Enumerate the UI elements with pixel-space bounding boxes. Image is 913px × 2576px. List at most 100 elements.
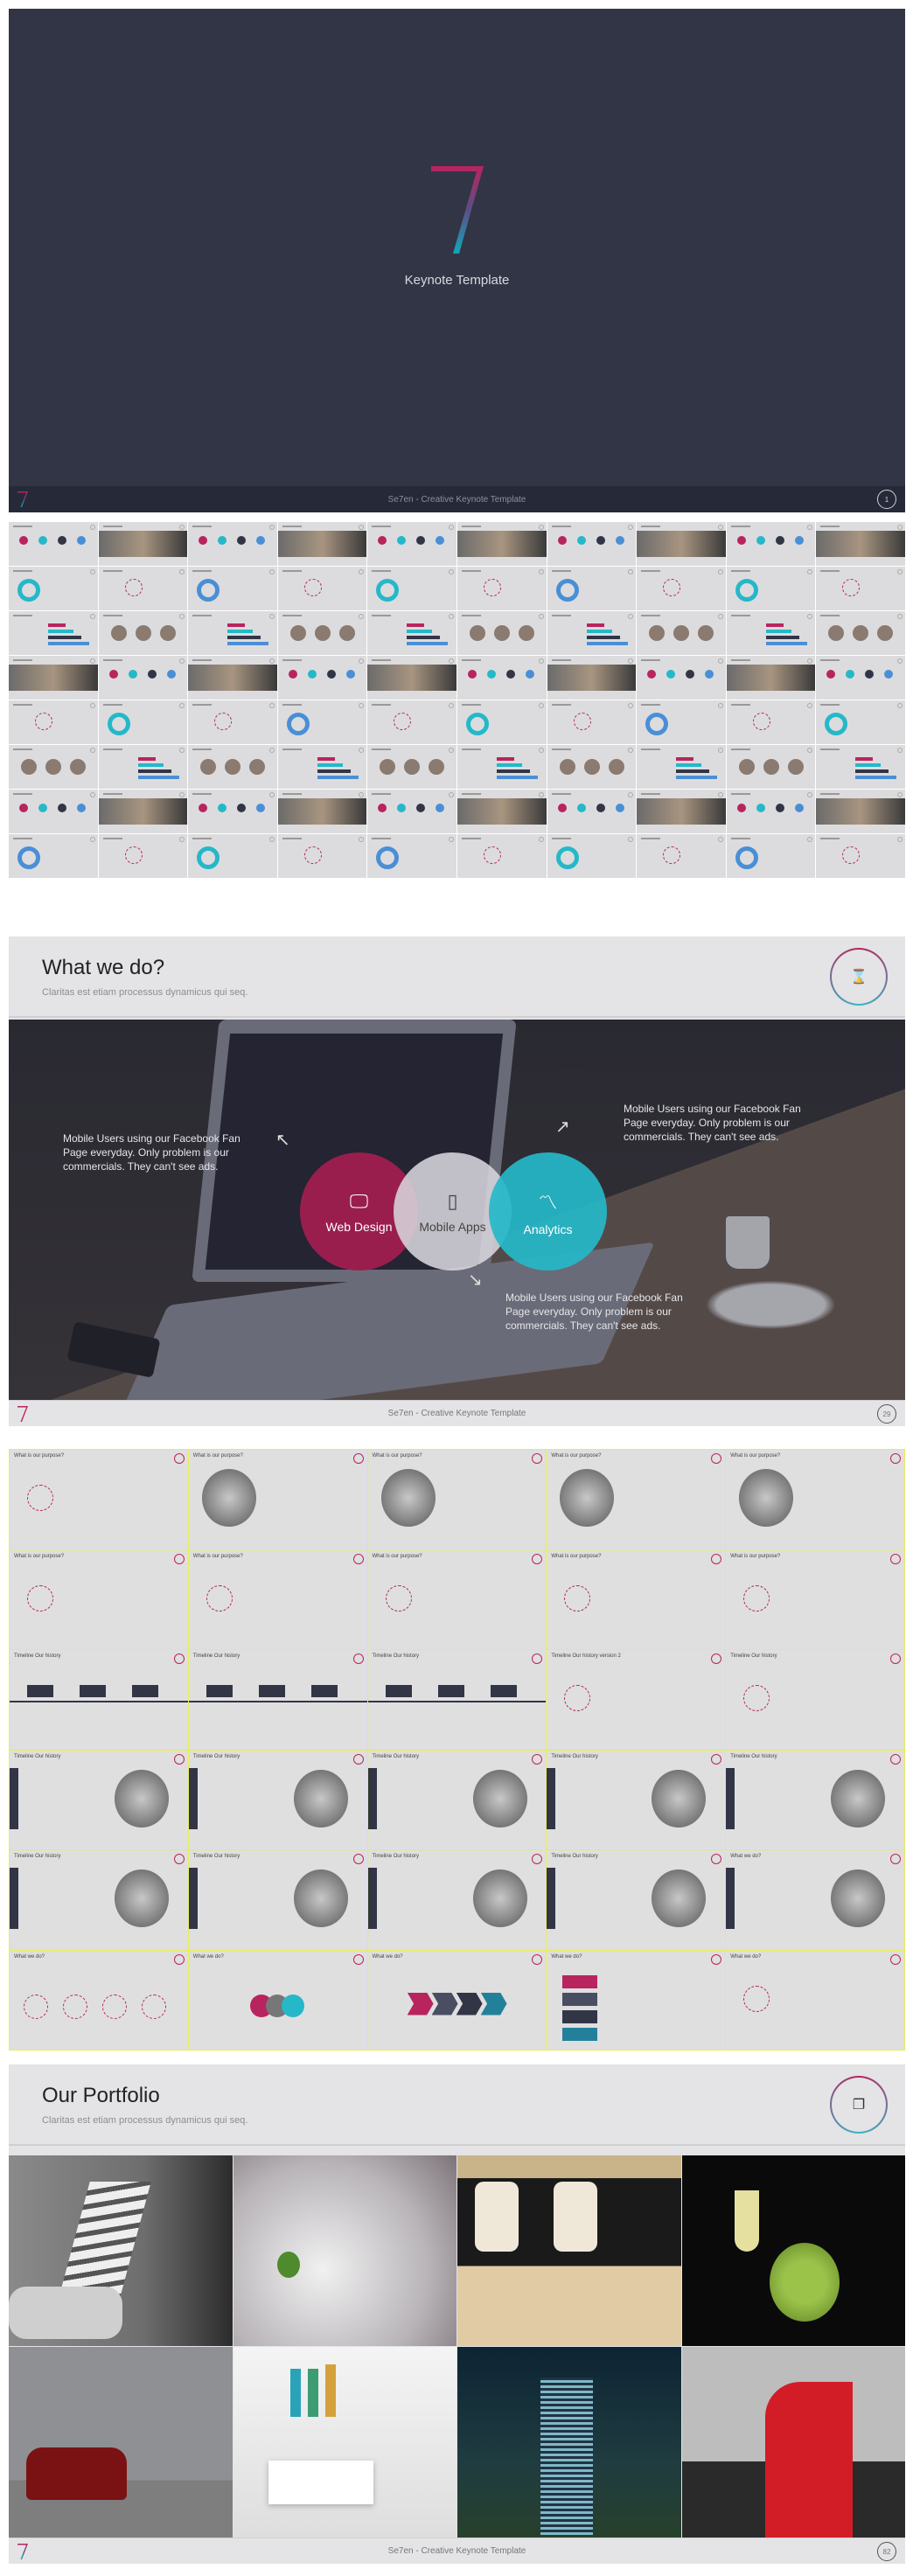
- slide-thumbnail[interactable]: Timeline Our history: [10, 1850, 188, 1950]
- slide-thumbnail[interactable]: Timeline Our history: [726, 1750, 904, 1849]
- slide-thumbnail[interactable]: [816, 700, 905, 744]
- slide-thumbnail[interactable]: [277, 834, 367, 878]
- slide-thumbnail[interactable]: [726, 790, 816, 833]
- slide-thumbnail[interactable]: What we do?: [367, 1950, 547, 2050]
- slide-thumbnail[interactable]: [637, 834, 726, 878]
- slide-thumbnail[interactable]: Timeline Our history version 2: [547, 1650, 726, 1750]
- slide-thumbnail[interactable]: [277, 567, 367, 610]
- slide-thumbnail[interactable]: [637, 745, 726, 789]
- slide-thumbnail[interactable]: [637, 656, 726, 700]
- slide-thumbnail[interactable]: [277, 700, 367, 744]
- slide-thumbnail[interactable]: What is our purpose?: [367, 1450, 547, 1549]
- slide-thumbnail[interactable]: [98, 745, 188, 789]
- slide-thumbnail[interactable]: [456, 745, 547, 789]
- slide-thumbnail[interactable]: [547, 834, 637, 878]
- slide-thumbnail[interactable]: What we do?: [726, 1850, 904, 1950]
- slide-thumbnail[interactable]: Timeline Our history: [188, 1850, 367, 1950]
- slide-thumbnail[interactable]: [456, 700, 547, 744]
- slide-thumbnail[interactable]: What is our purpose?: [726, 1450, 904, 1549]
- slide-thumbnail[interactable]: [726, 700, 816, 744]
- slide-thumbnail[interactable]: [367, 790, 456, 833]
- slide-thumbnail[interactable]: What we do?: [188, 1950, 367, 2050]
- slide-thumbnail[interactable]: [277, 656, 367, 700]
- slide-thumbnail[interactable]: [9, 790, 98, 833]
- slide-thumbnail[interactable]: [816, 834, 905, 878]
- slide-thumbnail[interactable]: Timeline Our history: [367, 1750, 547, 1849]
- slide-thumbnail[interactable]: [367, 567, 456, 610]
- slide-thumbnail[interactable]: [547, 567, 637, 610]
- title-slide[interactable]: Keynote Template Se7en - Creative Keynot…: [9, 9, 905, 512]
- slide-thumbnail[interactable]: [637, 522, 726, 566]
- slide-thumbnail[interactable]: [98, 522, 188, 566]
- slide-thumbnail[interactable]: [637, 700, 726, 744]
- slide-thumbnail[interactable]: [726, 745, 816, 789]
- slide-thumbnail[interactable]: [637, 611, 726, 655]
- slide-thumbnail[interactable]: [98, 700, 188, 744]
- slide-thumbnail[interactable]: [188, 790, 277, 833]
- slide-thumbnail[interactable]: [188, 834, 277, 878]
- slide-thumbnail[interactable]: [547, 656, 637, 700]
- slide-thumbnail[interactable]: [367, 700, 456, 744]
- portfolio-image-red-car[interactable]: [681, 2347, 905, 2538]
- slide-thumbnail[interactable]: Timeline Our history: [188, 1650, 367, 1750]
- slide-thumbnail[interactable]: [367, 834, 456, 878]
- slide-thumbnail[interactable]: What is our purpose?: [10, 1549, 188, 1649]
- slide-thumbnail[interactable]: [637, 790, 726, 833]
- slide-thumbnail[interactable]: [816, 567, 905, 610]
- slide-thumbnail[interactable]: [456, 522, 547, 566]
- slide-thumbnail[interactable]: [816, 656, 905, 700]
- slide-thumbnail[interactable]: [188, 656, 277, 700]
- slide-thumbnail[interactable]: [98, 790, 188, 833]
- what-we-do-slide[interactable]: What we do? Claritas est etiam processus…: [9, 936, 905, 1426]
- slide-thumbnail[interactable]: What is our purpose?: [367, 1549, 547, 1649]
- portfolio-image-red-sofa[interactable]: [9, 2347, 233, 2538]
- slide-thumbnail[interactable]: [98, 567, 188, 610]
- slide-thumbnail[interactable]: [456, 656, 547, 700]
- slide-thumbnail[interactable]: Timeline Our history: [367, 1850, 547, 1950]
- slide-thumbnail[interactable]: Timeline Our history: [547, 1850, 726, 1950]
- slide-thumbnail[interactable]: What we do?: [10, 1950, 188, 2050]
- service-analytics[interactable]: 〽 Analytics: [489, 1152, 607, 1271]
- portfolio-slide[interactable]: Our Portfolio Claritas est etiam process…: [9, 2064, 905, 2564]
- slide-thumbnail[interactable]: [277, 611, 367, 655]
- portfolio-image-white-room[interactable]: [233, 2347, 456, 2538]
- slide-thumbnail[interactable]: [9, 656, 98, 700]
- slide-thumbnail[interactable]: What is our purpose?: [188, 1549, 367, 1649]
- slide-thumbnail[interactable]: [726, 834, 816, 878]
- slide-thumbnail[interactable]: [367, 745, 456, 789]
- slide-thumbnail[interactable]: [547, 700, 637, 744]
- slide-thumbnail[interactable]: [277, 522, 367, 566]
- portfolio-image-wine-grapes[interactable]: [681, 2155, 905, 2346]
- slide-thumbnail[interactable]: [367, 611, 456, 655]
- slide-thumbnail[interactable]: [816, 745, 905, 789]
- slide-thumbnail[interactable]: [547, 745, 637, 789]
- slide-thumbnail[interactable]: Timeline Our history: [10, 1750, 188, 1849]
- portfolio-image-city-night[interactable]: [457, 2347, 681, 2538]
- slide-thumbnail[interactable]: [456, 834, 547, 878]
- slide-thumbnail[interactable]: [98, 834, 188, 878]
- portfolio-image-chair[interactable]: [9, 2155, 233, 2346]
- slide-thumbnail[interactable]: [188, 745, 277, 789]
- slide-thumbnail[interactable]: [188, 700, 277, 744]
- slide-thumbnail[interactable]: [277, 745, 367, 789]
- slide-thumbnail[interactable]: [9, 567, 98, 610]
- slide-thumbnail[interactable]: [816, 522, 905, 566]
- portfolio-image-wine-bottles[interactable]: [457, 2155, 681, 2346]
- slide-thumbnail[interactable]: What is our purpose?: [547, 1549, 726, 1649]
- portfolio-image-glass[interactable]: [233, 2155, 456, 2346]
- slide-thumbnail[interactable]: [547, 611, 637, 655]
- slide-thumbnail[interactable]: [9, 522, 98, 566]
- slide-thumbnail[interactable]: [9, 834, 98, 878]
- slide-thumbnail[interactable]: [188, 567, 277, 610]
- slide-thumbnail[interactable]: Timeline Our history: [188, 1750, 367, 1849]
- slide-thumbnail[interactable]: [726, 656, 816, 700]
- slide-thumbnail[interactable]: [456, 567, 547, 610]
- slide-thumbnail[interactable]: [188, 522, 277, 566]
- slide-thumbnail[interactable]: [188, 611, 277, 655]
- slide-thumbnail[interactable]: [726, 567, 816, 610]
- slide-thumbnail[interactable]: [9, 700, 98, 744]
- slide-thumbnail[interactable]: What is our purpose?: [10, 1450, 188, 1549]
- slide-thumbnail[interactable]: [816, 611, 905, 655]
- slide-thumbnail[interactable]: What is our purpose?: [726, 1549, 904, 1649]
- slide-thumbnail[interactable]: Timeline Our history: [367, 1650, 547, 1750]
